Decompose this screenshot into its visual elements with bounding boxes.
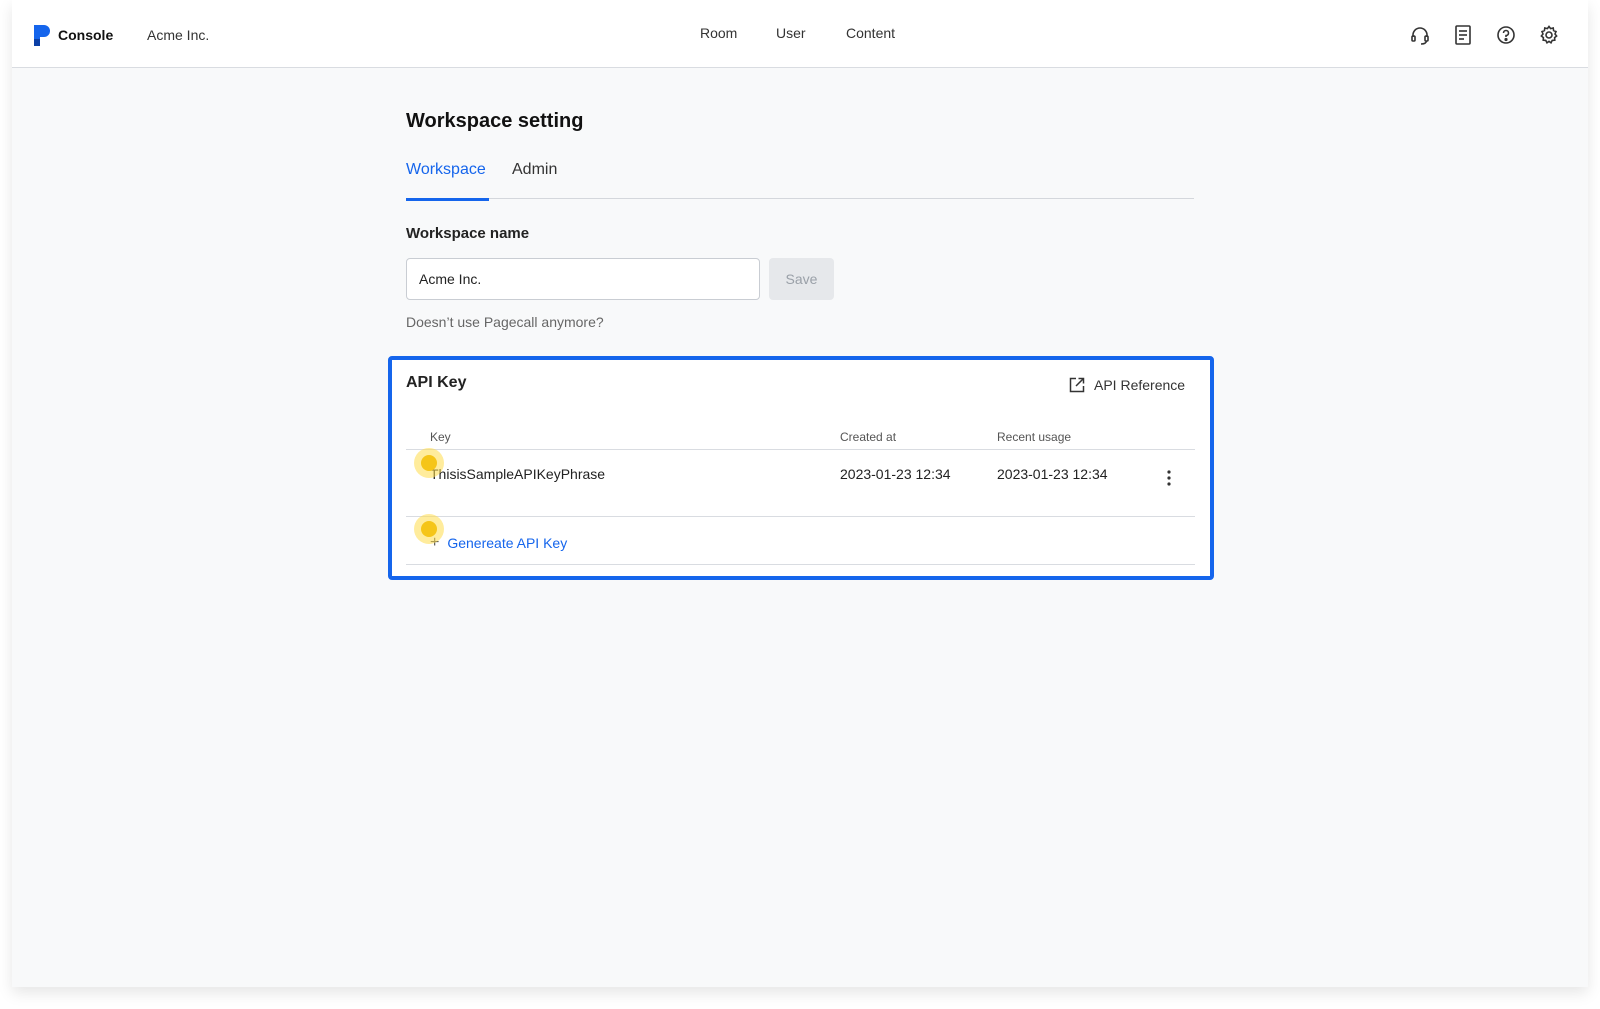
api-key-panel: API Key API Reference Key Created at Rec… — [388, 356, 1214, 580]
gear-icon[interactable] — [1538, 24, 1560, 46]
help-icon[interactable] — [1495, 24, 1517, 46]
api-reference-link[interactable]: API Reference — [1068, 374, 1185, 396]
api-reference-label: API Reference — [1094, 377, 1186, 393]
document-icon[interactable] — [1452, 24, 1474, 46]
brand-name[interactable]: Console — [58, 27, 113, 43]
click-marker — [414, 448, 444, 478]
generate-api-key-label: Genereate API Key — [447, 535, 568, 551]
headset-icon[interactable] — [1409, 24, 1431, 46]
top-bar: Console Acme Inc. Room User Content — [12, 0, 1588, 68]
save-button[interactable]: Save — [769, 258, 834, 300]
tab-admin[interactable]: Admin — [512, 161, 557, 179]
created-at-value: 2023-01-23 12:34 — [840, 466, 951, 482]
table-header-divider — [406, 449, 1195, 450]
api-key-title: API Key — [406, 374, 467, 391]
more-options-icon[interactable] — [1162, 468, 1176, 488]
org-name[interactable]: Acme Inc. — [147, 27, 209, 43]
pagecall-logo-icon[interactable] — [34, 25, 50, 46]
table-bottom-divider — [406, 564, 1195, 565]
quit-pagecall-link[interactable]: Doesn’t use Pagecall anymore? — [406, 314, 604, 330]
row-divider — [406, 516, 1195, 517]
column-header-recent-usage: Recent usage — [997, 430, 1072, 444]
column-header-created-at: Created at — [840, 430, 897, 444]
page-title: Workspace setting — [406, 110, 584, 132]
workspace-name-label: Workspace name — [406, 225, 530, 242]
generate-api-key-button[interactable]: + Genereate API Key — [430, 532, 567, 554]
external-link-icon — [1069, 377, 1085, 393]
column-header-key: Key — [430, 430, 451, 444]
api-key-value[interactable]: ThisisSampleAPIKeyPhrase — [430, 466, 605, 482]
workspace-name-input[interactable] — [406, 258, 760, 300]
click-marker — [414, 514, 444, 544]
nav-room[interactable]: Room — [700, 25, 737, 41]
nav-user[interactable]: User — [776, 25, 806, 41]
tab-workspace[interactable]: Workspace — [406, 161, 489, 201]
recent-usage-value: 2023-01-23 12:34 — [997, 466, 1108, 482]
console-window: Console Acme Inc. Room User Content Work… — [12, 0, 1588, 987]
nav-content[interactable]: Content — [846, 25, 895, 41]
settings-tabs: Workspace Admin — [406, 159, 1194, 201]
